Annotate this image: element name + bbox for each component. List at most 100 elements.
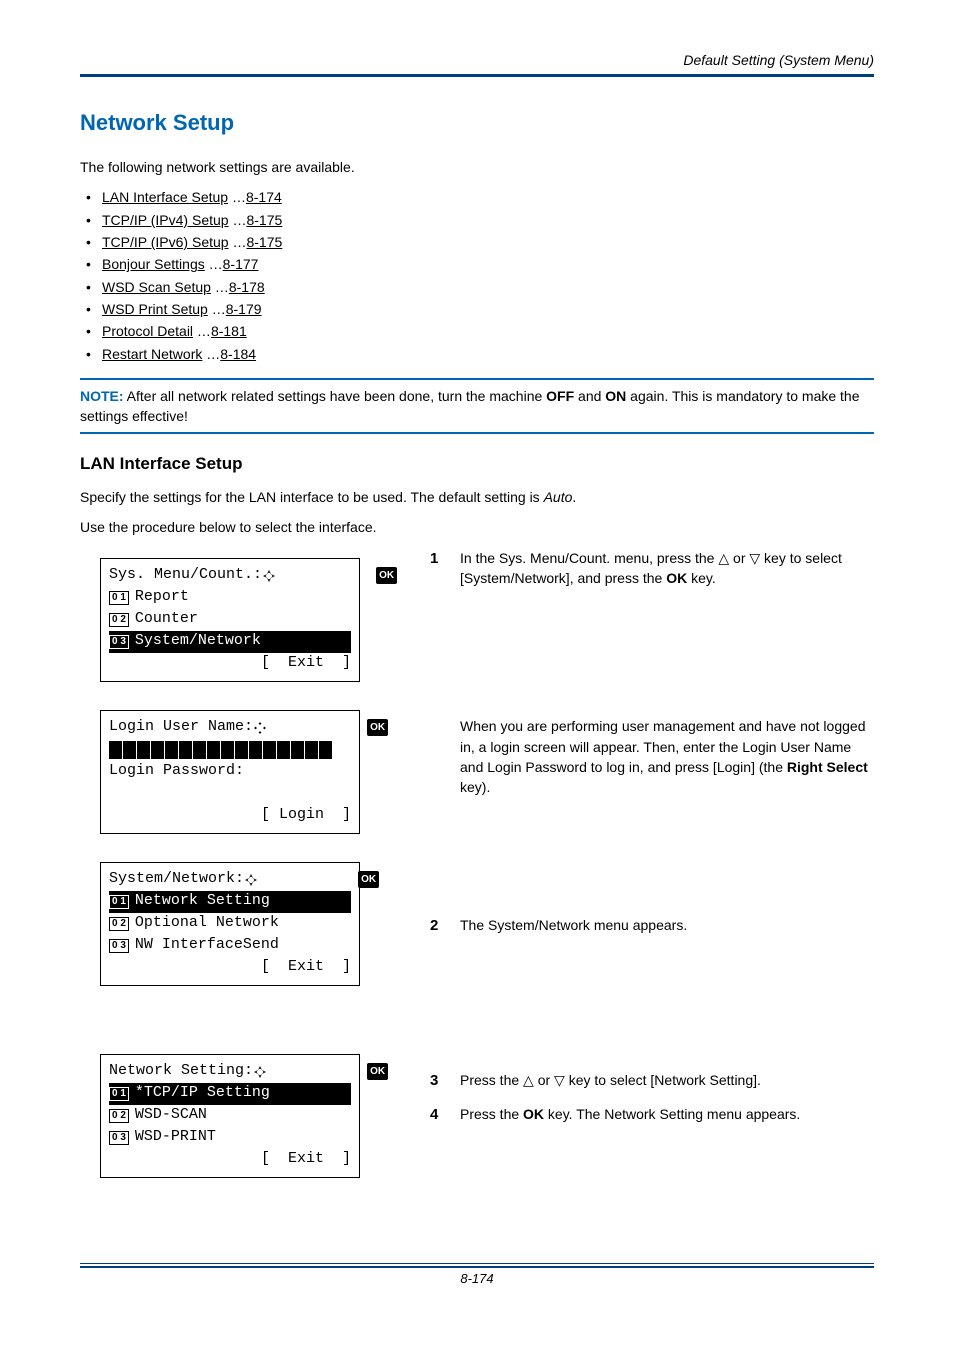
lcd-system-network: System/Network: OK 0 1Network Setting 0 … [100, 862, 360, 986]
menu-num: 0 3 [109, 1131, 129, 1145]
menu-label: WSD-SCAN [135, 1104, 207, 1127]
list-item: WSD Print Setup …8-179 [80, 299, 874, 319]
menu-label: System/Network [135, 630, 261, 653]
lcd-softkey: [ Login ] [109, 805, 351, 827]
menu-label: Network Setting [135, 890, 270, 913]
menu-num: 0 2 [109, 613, 129, 627]
intro-text: The following network settings are avail… [80, 157, 874, 177]
link-wsd-scan[interactable]: WSD Scan Setup [102, 279, 211, 295]
text-bold: OK [523, 1106, 544, 1122]
ok-icon: OK [376, 567, 397, 584]
subsection-p1: Specify the settings for the LAN interfa… [80, 487, 874, 507]
lcd-title: Login User Name: [109, 716, 253, 739]
login-username-input [109, 741, 351, 759]
list-item: TCP/IP (IPv4) Setup …8-175 [80, 210, 874, 230]
page-ref[interactable]: 8-184 [220, 346, 256, 362]
page-ref[interactable]: 8-175 [246, 212, 282, 228]
text: key. [687, 570, 716, 586]
ok-icon: OK [358, 871, 379, 888]
text-bold: Right Select [787, 759, 868, 775]
text: . [572, 489, 576, 505]
up-triangle-icon: △ [718, 550, 729, 566]
lcd-title: System/Network: [109, 868, 244, 891]
link-tcpip-v4[interactable]: TCP/IP (IPv4) Setup [102, 212, 229, 228]
step-2: 2 The System/Network menu appears. [430, 915, 874, 1055]
menu-num: 0 1 [109, 895, 129, 909]
up-triangle-icon: △ [523, 1072, 534, 1088]
lcd-login: Login User Name: OK Login Password: [ Lo… [100, 710, 360, 834]
link-tcpip-v6[interactable]: TCP/IP (IPv6) Setup [102, 234, 229, 250]
menu-num: 0 1 [109, 591, 129, 605]
menu-num: 0 3 [109, 939, 129, 953]
ok-icon: OK [367, 1063, 388, 1080]
link-restart-network[interactable]: Restart Network [102, 346, 202, 362]
list-item: TCP/IP (IPv6) Setup …8-175 [80, 232, 874, 252]
note-mid: and [574, 388, 605, 404]
subsection-title: LAN Interface Setup [80, 452, 874, 477]
list-item: LAN Interface Setup …8-174 [80, 187, 874, 207]
page-ref[interactable]: 8-174 [246, 189, 282, 205]
down-triangle-icon: ▽ [554, 1072, 565, 1088]
text: Press the [460, 1106, 523, 1122]
link-protocol-detail[interactable]: Protocol Detail [102, 323, 193, 339]
link-bonjour[interactable]: Bonjour Settings [102, 256, 205, 272]
text: key. The Network Setting menu appears. [544, 1106, 800, 1122]
text: or [729, 550, 749, 566]
ok-icon: OK [367, 719, 388, 736]
text-bold: OK [666, 570, 687, 586]
lcd-title: Sys. Menu/Count.: [109, 564, 262, 587]
lcd-sys-menu: Sys. Menu/Count.: OK 0 1Report 0 2Counte… [100, 558, 360, 682]
nav-diamond-icon [262, 524, 370, 628]
lcd-softkey: [ Exit ] [109, 1149, 351, 1171]
text: In the Sys. Menu/Count. menu, press the [460, 550, 718, 566]
link-list: LAN Interface Setup …8-174 TCP/IP (IPv4)… [80, 187, 874, 363]
page-ref[interactable]: 8-177 [223, 256, 259, 272]
text: Specify the settings for the LAN interfa… [80, 489, 544, 505]
step-number: 3 [430, 1070, 438, 1092]
list-item: Bonjour Settings …8-177 [80, 254, 874, 274]
menu-num: 0 2 [109, 917, 129, 931]
lcd-title: Network Setting: [109, 1060, 253, 1083]
step-4: 4 Press the OK key. The Network Setting … [430, 1104, 874, 1124]
menu-label: Optional Network [135, 912, 279, 935]
list-item: Protocol Detail …8-181 [80, 321, 874, 341]
down-triangle-icon: ▽ [749, 550, 760, 566]
page-ref[interactable]: 8-178 [229, 279, 265, 295]
menu-label: WSD-PRINT [135, 1126, 216, 1149]
steps-column: 1 In the Sys. Menu/Count. menu, press th… [430, 548, 874, 1206]
lcd-column: Sys. Menu/Count.: OK 0 1Report 0 2Counte… [80, 548, 400, 1206]
note-off: OFF [546, 388, 574, 404]
menu-label: *TCP/IP Setting [135, 1082, 270, 1105]
menu-num: 0 2 [109, 1109, 129, 1123]
header-rule-thick [80, 75, 874, 77]
note-label: NOTE: [80, 388, 124, 404]
breadcrumb: Default Setting (System Menu) [80, 50, 874, 70]
step-3: 3 Press the △ or ▽ key to select [Networ… [430, 1070, 874, 1090]
page-footer: 8-174 [80, 1266, 874, 1289]
list-item: WSD Scan Setup …8-178 [80, 277, 874, 297]
step-number: 2 [430, 915, 438, 937]
step-number: 4 [430, 1104, 438, 1126]
step-1: 1 In the Sys. Menu/Count. menu, press th… [430, 548, 874, 902]
menu-num: 0 3 [109, 635, 129, 649]
lcd-softkey: [ Exit ] [109, 957, 351, 979]
link-wsd-print[interactable]: WSD Print Setup [102, 301, 208, 317]
menu-label: Counter [135, 608, 198, 631]
page-ref[interactable]: 8-181 [211, 323, 247, 339]
link-lan-interface[interactable]: LAN Interface Setup [102, 189, 228, 205]
cursor-icon [253, 676, 361, 780]
text: key to select [Network Setting]. [565, 1072, 761, 1088]
page-ref[interactable]: 8-175 [246, 234, 282, 250]
page-title: Network Setup [80, 107, 874, 139]
lcd-network-setting: Network Setting: OK 0 1*TCP/IP Setting 0… [100, 1054, 360, 1178]
step-1-note: When you are performing user management … [460, 716, 874, 797]
menu-num: 0 1 [109, 1087, 129, 1101]
menu-label: NW InterfaceSend [135, 934, 279, 957]
subsection-p2: Use the procedure below to select the in… [80, 517, 874, 537]
text: Press the [460, 1072, 523, 1088]
page-ref[interactable]: 8-179 [226, 301, 262, 317]
step-number: 1 [430, 548, 438, 570]
text-italic: Auto [544, 489, 573, 505]
note-block: NOTE: After all network related settings… [80, 378, 874, 435]
list-item: Restart Network …8-184 [80, 344, 874, 364]
